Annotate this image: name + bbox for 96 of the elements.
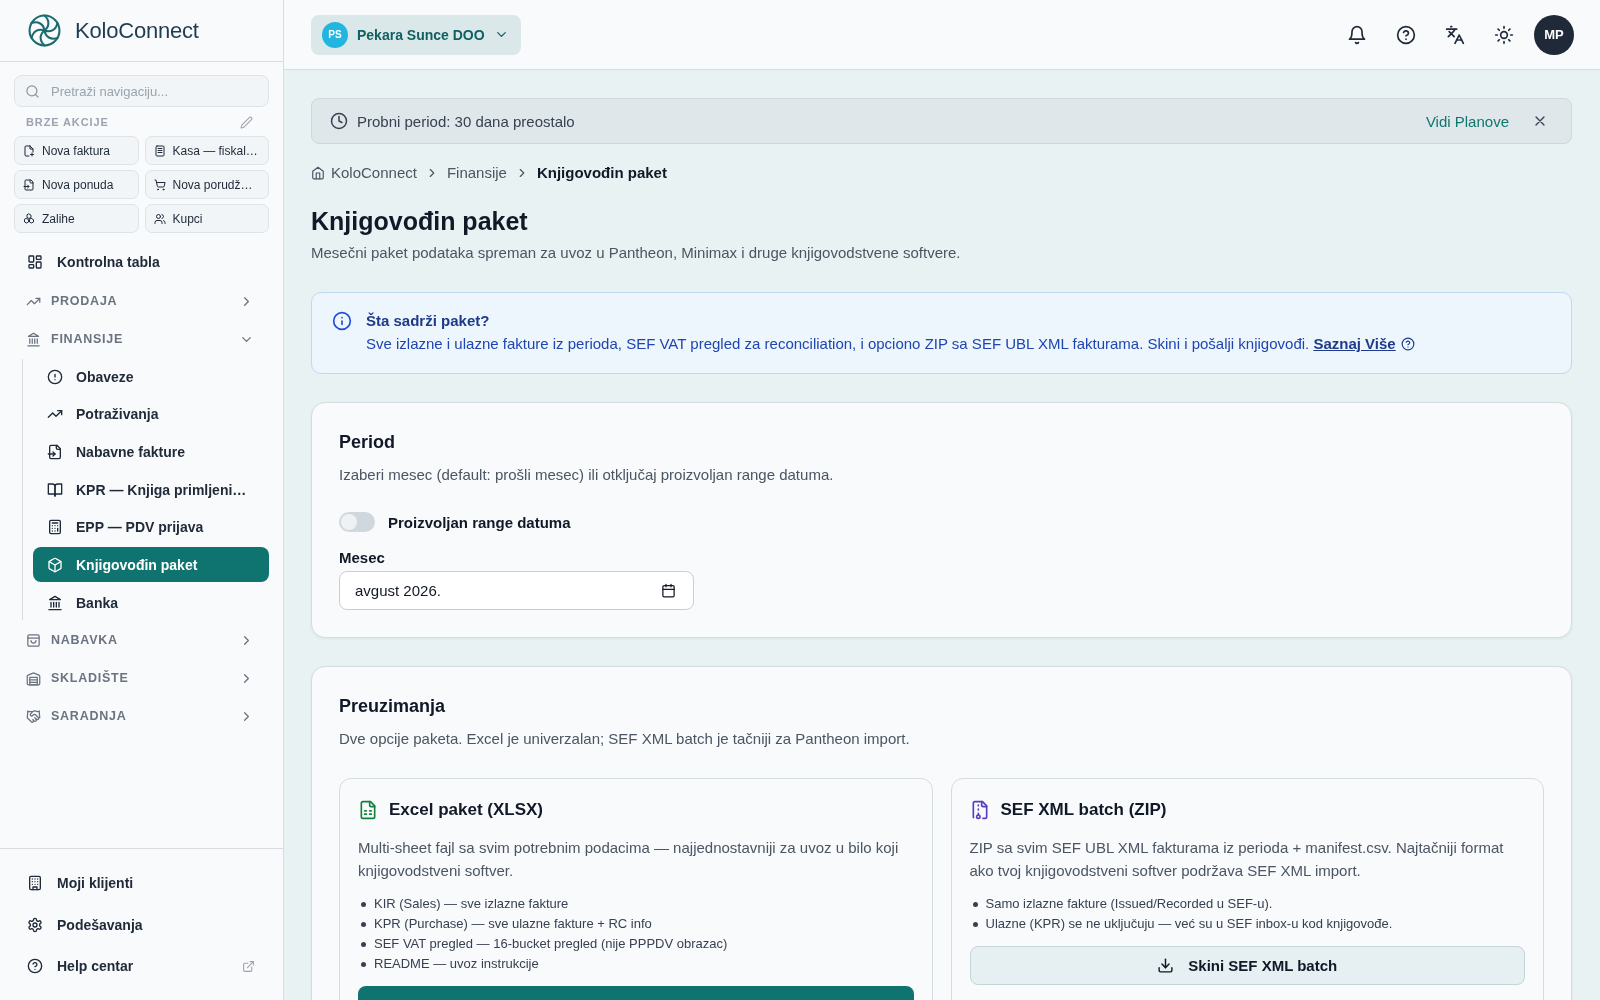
nav-section[interactable]: SARADNJA xyxy=(14,698,269,735)
quick-action-button[interactable]: Kasa — fiskal… xyxy=(144,136,269,165)
bell-icon[interactable] xyxy=(1346,24,1367,45)
blocks-icon xyxy=(23,212,35,225)
breadcrumb-link[interactable]: KoloConnect xyxy=(311,164,417,181)
nav-link[interactable]: Podešavanja xyxy=(14,905,269,944)
bullet-text: Samo izlazne fakture (Issued/Recorded u SEF-u). xyxy=(985,895,1273,913)
page-subtitle: Mesečni paket podataka spreman za uvoz u Pantheon, Minimax i druge knjigovodstvene softvere. xyxy=(311,243,962,263)
spreadsheet-icon xyxy=(358,800,378,820)
card-title: Preuzimanja xyxy=(339,695,447,718)
bullet-icon xyxy=(972,901,978,907)
download-icon xyxy=(1157,957,1175,974)
quick-action-button[interactable]: Kupci xyxy=(144,204,269,233)
nav-link[interactable]: Potraživanja xyxy=(33,396,269,432)
nav-link[interactable]: KPR — Knjiga primljeni… xyxy=(33,472,269,508)
option-description: ZIP sa svim SEF UBL XML fakturama iz perioda + manifest.csv. Najtačniji format ako tvoj knjigovodstveni softver podržava SEF XML import. xyxy=(969,838,1505,881)
card-description: Izaberi mesec (default: prošli mesec) ili otključaj proizvoljan range datuma. xyxy=(339,465,835,485)
user-avatar[interactable]: MP xyxy=(1534,14,1574,55)
quick-action-button[interactable]: Zalihe xyxy=(14,204,139,233)
field-label: Mesec xyxy=(339,548,386,568)
help-icon[interactable] xyxy=(1395,24,1416,45)
nav-link[interactable]: EPP — PDV prijava xyxy=(33,509,269,545)
nav-link[interactable]: Obaveze xyxy=(33,359,269,394)
quick-actions-label: BRZE AKCIJE xyxy=(26,116,109,128)
bullet-text: KPR (Purchase) — sve ulazne fakture + RC info xyxy=(374,915,652,933)
quick-action-button[interactable]: Nova faktura xyxy=(14,136,139,165)
logo-text: KoloConnect xyxy=(75,17,199,44)
file-arrow-icon xyxy=(47,443,63,460)
card-description: Dve opcije paketa. Excel je univerzalan; SEF XML batch je tačniji za Pantheon import. xyxy=(339,729,911,749)
option-title: Excel paket (XLSX) xyxy=(389,800,543,820)
quick-action-button[interactable]: Nova ponuda xyxy=(14,170,139,199)
help-icon xyxy=(1400,337,1415,351)
view-plans-link[interactable]: Vidi Planove xyxy=(1425,112,1509,130)
nav-section[interactable]: SKLADIŠTE xyxy=(14,660,269,697)
alert-icon xyxy=(47,368,63,385)
learn-more-link[interactable]: Saznaj Više xyxy=(1313,333,1415,355)
page-title: Knjigovođin paket xyxy=(311,206,529,237)
cart-icon xyxy=(153,178,166,191)
file-plus-icon xyxy=(23,144,35,157)
nav-link[interactable]: Help centar xyxy=(14,947,269,985)
nav-link[interactable]: Knjigovođin paket xyxy=(33,547,269,583)
search-field[interactable]: Pretraži navigaciju... xyxy=(14,75,269,107)
bullet-icon xyxy=(361,961,366,967)
breadcrumb-link[interactable]: Finansije xyxy=(446,164,507,181)
bullet-icon xyxy=(361,941,366,947)
settings-icon xyxy=(27,916,43,933)
bullet-icon xyxy=(972,921,978,927)
option-title: SEF XML batch (ZIP) xyxy=(1000,800,1167,820)
breadcrumb-current: Knjigovođin paket xyxy=(536,164,667,181)
month-field[interactable]: avgust 2026. xyxy=(339,571,694,610)
info-title: Šta sadrži paket? xyxy=(366,311,491,331)
bag-icon xyxy=(26,632,41,648)
nav-link[interactable]: Banka xyxy=(33,585,269,621)
calculator-icon xyxy=(47,519,63,536)
nav-section[interactable]: FINANSIJE xyxy=(14,321,269,357)
users-icon xyxy=(153,212,166,225)
building-icon xyxy=(27,875,43,891)
warehouse-icon xyxy=(26,670,41,686)
nav-link[interactable]: Nabavne fakture xyxy=(33,434,269,470)
option-description: Multi-sheet fajl sa svim potrebnim podacima — najjednostavniji za uvoz u bilo koji knjigovodstveni softver. xyxy=(358,838,900,881)
bank-icon xyxy=(47,594,63,611)
calendar-icon[interactable] xyxy=(661,583,676,598)
nav-section[interactable]: NABAVKA xyxy=(14,622,269,659)
logo-icon xyxy=(28,14,61,47)
card-title: Period xyxy=(339,431,396,454)
info-text: Sve izlazne i ulazne fakture iz perioda, SEF VAT pregled za reconciliation, i opciono ZIP sa SEF UBL XML fakturama. Skini i pošalji knjigovođi. Saznaj Više xyxy=(366,333,1415,355)
clock-icon xyxy=(330,112,348,130)
book-icon xyxy=(47,481,63,498)
nav-link[interactable]: Kontrolna tabla xyxy=(14,243,269,281)
bullet-icon xyxy=(361,921,366,927)
document-icon xyxy=(153,144,166,157)
search-icon xyxy=(25,83,40,99)
handshake-icon xyxy=(26,708,41,724)
trial-text: Probni period: 30 dana preostalo xyxy=(357,112,576,130)
package-icon xyxy=(47,556,63,573)
bullet-text: KIR (Sales) — sve izlazne fakture xyxy=(374,895,569,913)
toggle-switch[interactable] xyxy=(339,512,375,532)
info-icon xyxy=(332,311,352,331)
bullet-text: Ulazne (KPR) se ne uključuju — već su u SEF inbox-u kod knjigovođe. xyxy=(985,915,1393,933)
bullet-text: SEF VAT pregled — 16-bucket pregled (nije PPPDV obrazac) xyxy=(374,935,728,953)
help-icon xyxy=(27,958,43,974)
bullet-icon xyxy=(361,901,366,907)
grid-icon xyxy=(27,254,43,270)
bullet-text: README — uvoz instrukcije xyxy=(374,955,539,973)
translate-icon[interactable] xyxy=(1444,24,1465,45)
sun-icon[interactable] xyxy=(1493,24,1514,45)
nav-link[interactable]: Moji klijenti xyxy=(14,864,269,902)
company-selector[interactable]: PS Pekara Sunce DOO xyxy=(311,14,521,55)
company-avatar: PS xyxy=(322,21,348,48)
nav-section[interactable]: PRODAJA xyxy=(14,283,269,319)
bank-icon xyxy=(26,331,41,347)
download-button[interactable]: Skini SEF XML batch xyxy=(969,946,1525,985)
toggle-label: Proizvoljan range datuma xyxy=(388,513,571,531)
file-arrow-icon xyxy=(23,178,35,191)
home-icon xyxy=(311,165,325,180)
quick-action-button[interactable]: Nova porudž… xyxy=(144,170,269,199)
